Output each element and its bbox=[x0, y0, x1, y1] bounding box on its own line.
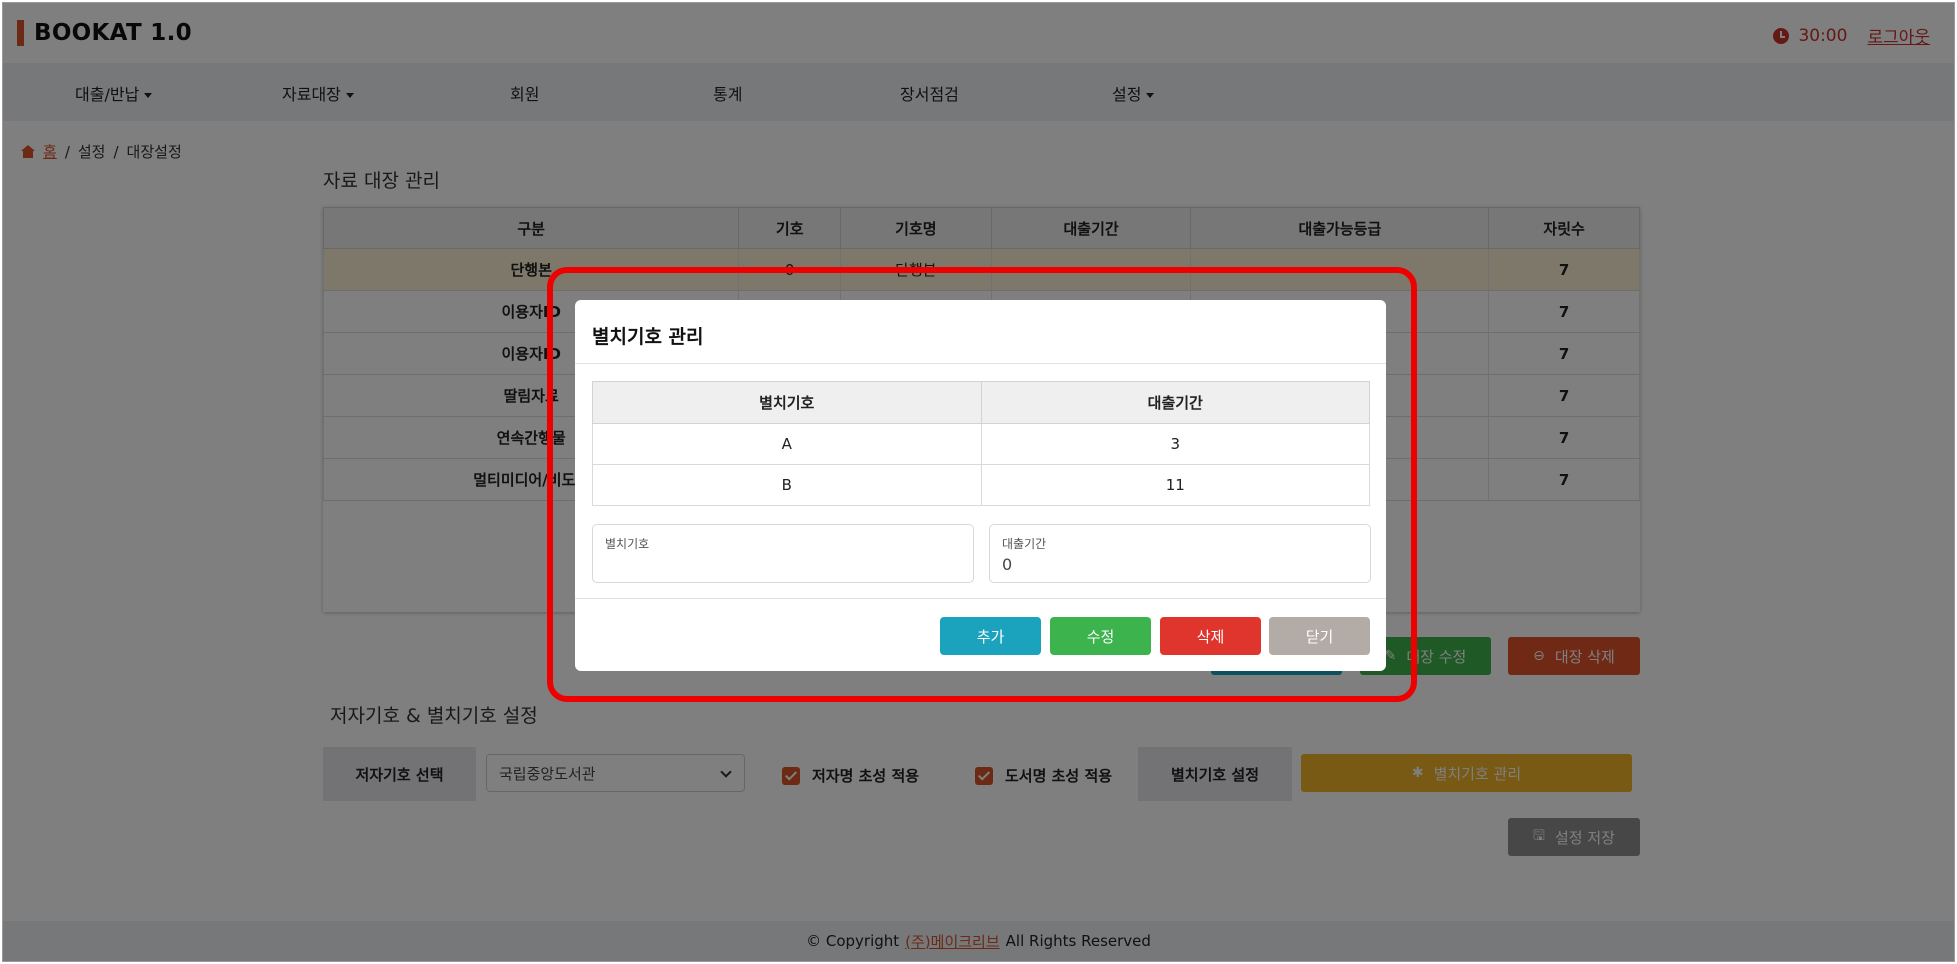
app-window: BOOKAT 1.0 30:00 로그아웃 대출/반납 자료대장 회원 통계 장… bbox=[2, 2, 1955, 962]
annotation-highlight bbox=[547, 267, 1417, 702]
